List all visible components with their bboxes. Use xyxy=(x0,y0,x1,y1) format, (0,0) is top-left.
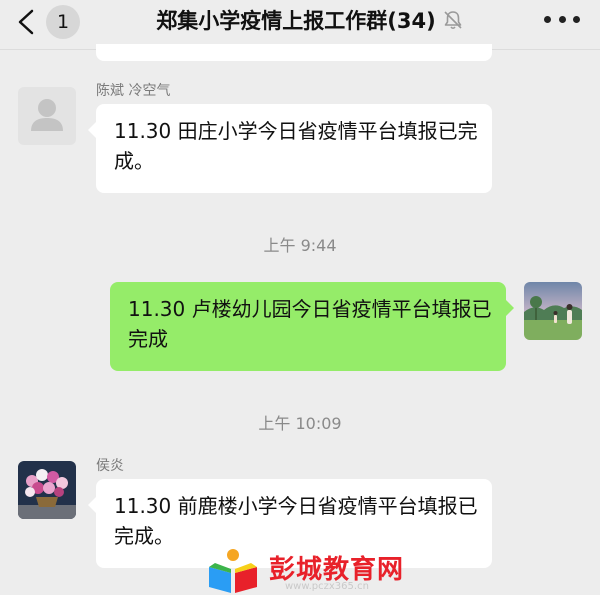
avatar[interactable] xyxy=(18,87,76,145)
watermark-url: www.pczx365.cn xyxy=(285,581,369,592)
landscape-photo-avatar xyxy=(524,282,582,340)
timestamp: 上午 9:44 xyxy=(263,236,337,255)
sender-name: 侯炎 xyxy=(96,458,124,474)
mute-bell-icon xyxy=(444,11,462,30)
more-dots-icon[interactable] xyxy=(544,10,580,28)
chat-title-wrap[interactable]: 郑集小学疫情上报工作群(34) xyxy=(115,0,505,40)
unread-count-badge: 1 xyxy=(46,5,80,39)
default-avatar-icon xyxy=(31,99,63,131)
open-book-logo-icon xyxy=(209,549,257,593)
previous-message-bubble xyxy=(96,44,492,61)
timestamp: 上午 10:09 xyxy=(258,414,342,433)
chat-navbar: 1 郑集小学疫情上报工作群(34) xyxy=(0,0,600,50)
chevron-left-icon xyxy=(18,9,34,35)
message-text: 11.30 卢楼幼儿园今日省疫情平台填报已完成 xyxy=(128,297,492,351)
flower-photo-avatar xyxy=(18,461,76,519)
back-button[interactable]: 1 xyxy=(14,2,80,42)
avatar[interactable] xyxy=(18,461,76,519)
avatar[interactable] xyxy=(524,282,582,340)
message-text: 11.30 田庄小学今日省疫情平台填报已完成。 xyxy=(114,119,478,173)
message-bubble[interactable]: 11.30 卢楼幼儿园今日省疫情平台填报已完成 xyxy=(110,282,514,371)
message-text: 11.30 前鹿楼小学今日省疫情平台填报已完成。 xyxy=(114,494,478,548)
site-watermark: 彭城教育网 www.pczx365.cn xyxy=(205,545,425,595)
chat-title: 郑集小学疫情上报工作群(34) xyxy=(156,9,436,33)
message-bubble[interactable]: 11.30 田庄小学今日省疫情平台填报已完成。 xyxy=(88,104,492,193)
sender-name: 陈斌 冷空气 xyxy=(96,83,171,99)
